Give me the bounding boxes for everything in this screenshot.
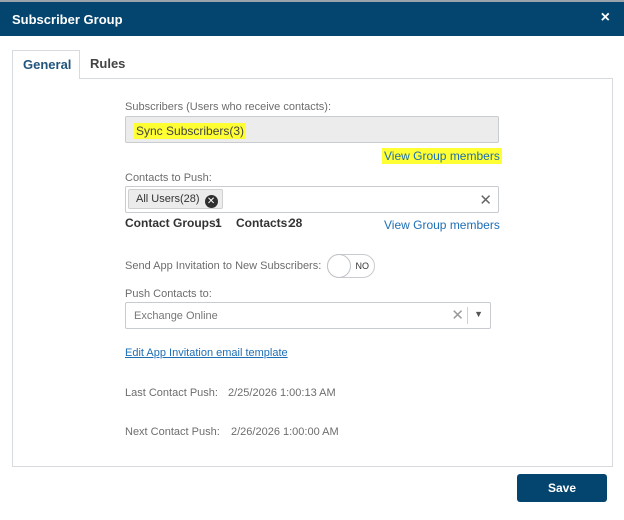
contacts-count: 28 bbox=[289, 216, 303, 230]
contact-tag-label: All Users(28) bbox=[136, 193, 200, 205]
toggle-state-text: NO bbox=[355, 261, 370, 271]
push-contacts-to-select[interactable]: Exchange Online ✕ ▼ bbox=[125, 302, 491, 329]
save-button[interactable]: Save bbox=[517, 474, 607, 502]
remove-circle-icon[interactable]: ✕ bbox=[204, 195, 218, 208]
clear-x-icon[interactable]: ✕ bbox=[451, 306, 464, 324]
edit-invitation-template-link[interactable]: Edit App Invitation email template bbox=[125, 347, 288, 359]
subscribers-label: Subscribers (Users who receive contacts)… bbox=[125, 101, 332, 113]
contacts-to-push-field[interactable]: All Users(28) ✕ ✕ bbox=[125, 186, 499, 213]
push-contacts-to-placeholder: Exchange Online bbox=[134, 310, 218, 322]
next-push-label: Next Contact Push: bbox=[125, 426, 220, 438]
tab-general[interactable]: General bbox=[12, 50, 80, 79]
toggle-knob bbox=[327, 254, 351, 278]
tab-rules[interactable]: Rules bbox=[80, 50, 135, 79]
last-push-label: Last Contact Push: bbox=[125, 387, 218, 399]
close-icon[interactable]: × bbox=[601, 9, 610, 27]
view-contact-members-link[interactable]: View Group members bbox=[384, 218, 500, 232]
contact-tag: All Users(28) ✕ bbox=[128, 189, 223, 209]
view-subscriber-members-link[interactable]: View Group members bbox=[382, 148, 502, 164]
app-invitation-label: Send App Invitation to New Subscribers: bbox=[125, 260, 322, 272]
subscribers-value: Sync Subscribers(3) bbox=[134, 123, 247, 139]
contacts-label: Contacts: bbox=[236, 216, 292, 230]
select-divider bbox=[467, 307, 468, 324]
app-invitation-toggle[interactable]: NO bbox=[327, 254, 375, 278]
next-push-value: 2/26/2026 1:00:00 AM bbox=[231, 426, 339, 438]
subscribers-field: Sync Subscribers(3) bbox=[125, 116, 499, 143]
contacts-to-push-label: Contacts to Push: bbox=[125, 172, 212, 184]
contact-groups-label: Contact Groups: bbox=[125, 216, 220, 230]
clear-x-icon[interactable]: ✕ bbox=[479, 191, 492, 209]
last-push-value: 2/25/2026 1:00:13 AM bbox=[228, 387, 336, 399]
push-contacts-to-label: Push Contacts to: bbox=[125, 288, 212, 300]
chevron-down-icon[interactable]: ▼ bbox=[474, 309, 483, 319]
contact-groups-count: 1 bbox=[215, 216, 222, 230]
dialog-title: Subscriber Group bbox=[12, 12, 123, 27]
dialog-header: Subscriber Group × bbox=[0, 2, 624, 36]
